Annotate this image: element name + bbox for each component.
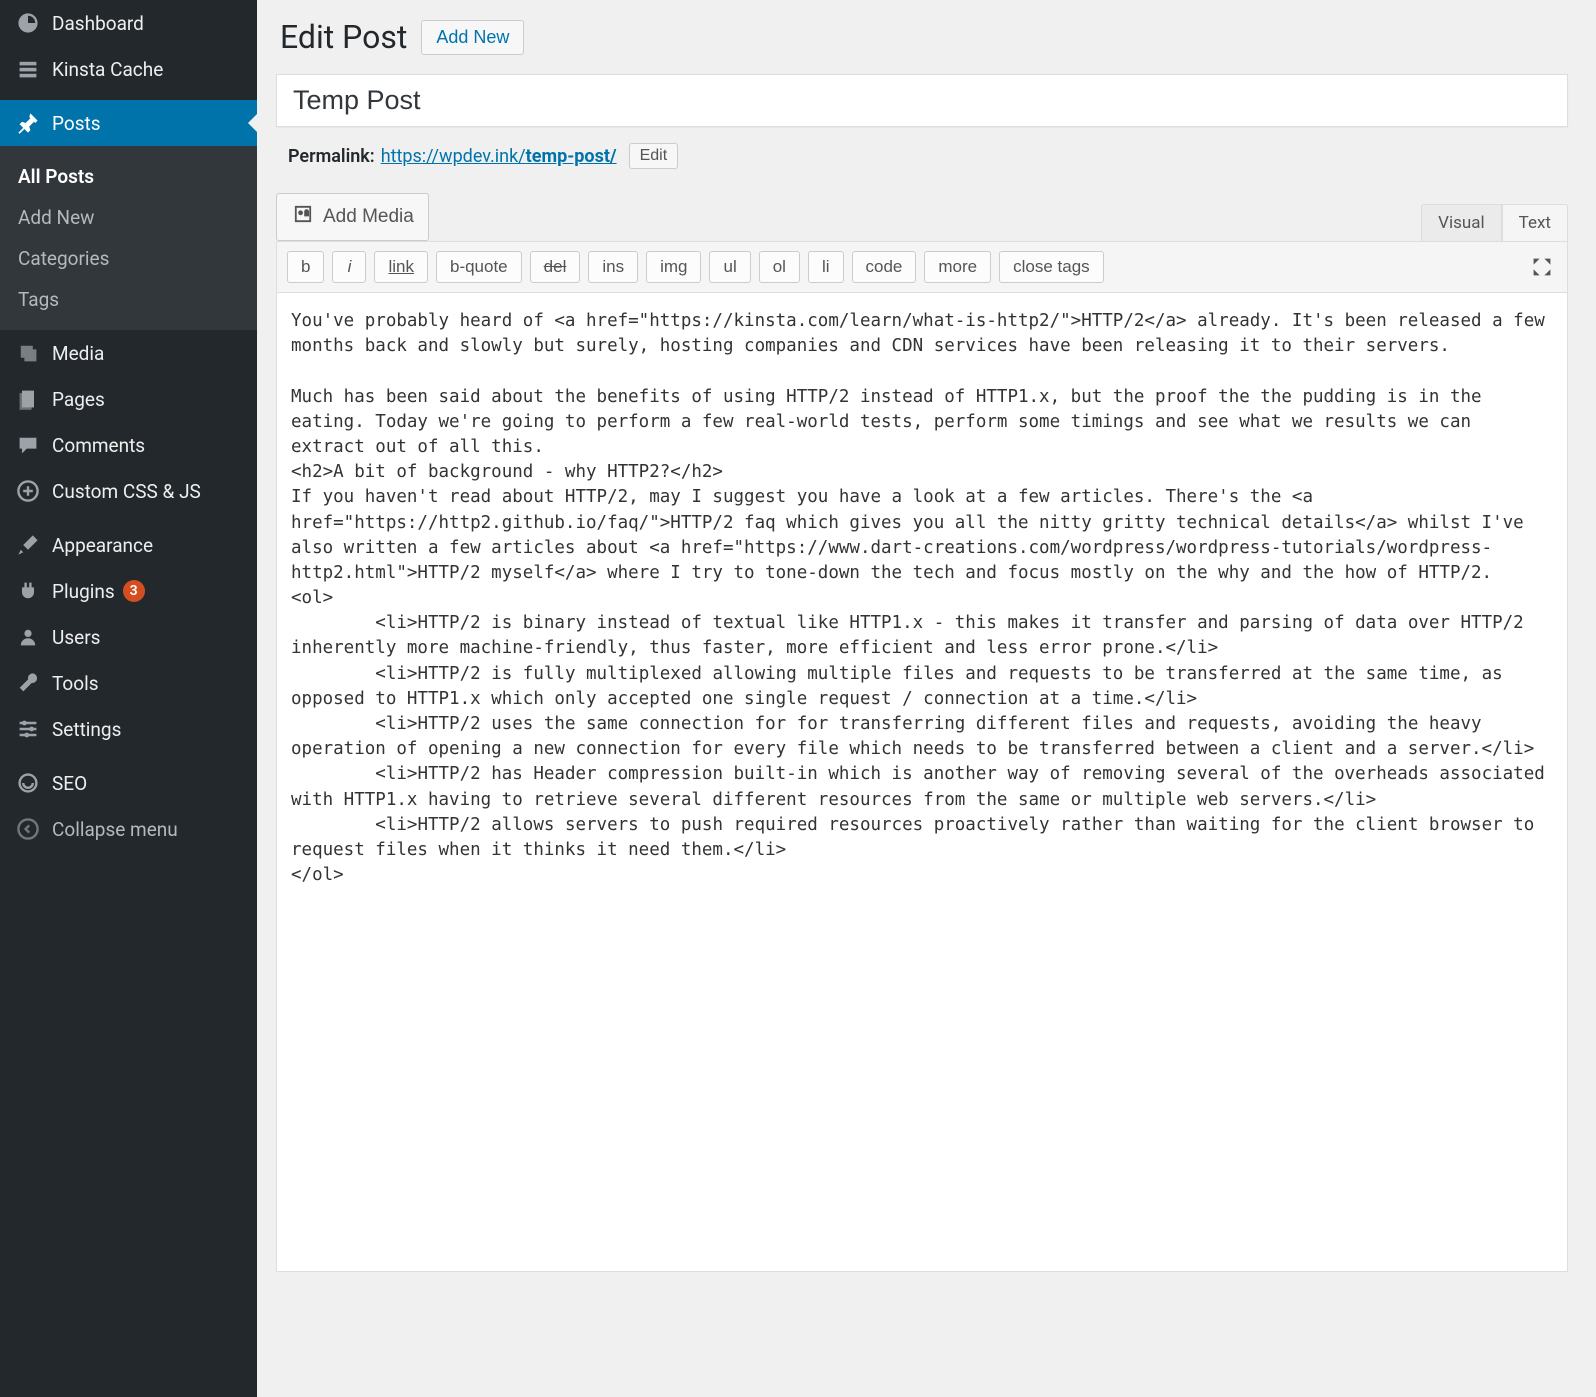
add-media-label: Add Media bbox=[323, 206, 414, 228]
qt-more[interactable]: more bbox=[924, 251, 991, 283]
submenu-categories[interactable]: Categories bbox=[0, 238, 257, 279]
dashboard-icon bbox=[14, 11, 42, 35]
wrench-icon bbox=[14, 671, 42, 695]
sidebar-collapse[interactable]: Collapse menu bbox=[0, 806, 257, 852]
submenu-all-posts[interactable]: All Posts bbox=[0, 156, 257, 197]
qt-del[interactable]: del bbox=[530, 251, 581, 283]
editor-tabs: Visual Text bbox=[1421, 204, 1568, 241]
sidebar-item-label: Posts bbox=[52, 112, 101, 135]
sidebar-item-label: Appearance bbox=[52, 534, 153, 557]
qt-blockquote[interactable]: b-quote bbox=[436, 251, 522, 283]
tab-visual[interactable]: Visual bbox=[1421, 204, 1501, 241]
sidebar-item-posts[interactable]: Posts bbox=[0, 100, 257, 146]
admin-sidebar: Dashboard Kinsta Cache Posts All Posts A… bbox=[0, 0, 257, 1397]
qt-bold[interactable]: b bbox=[287, 251, 324, 283]
page-heading: Edit Post Add New bbox=[276, 0, 1568, 74]
sidebar-item-plugins[interactable]: Plugins 3 bbox=[0, 568, 257, 614]
sidebar-item-kinsta-cache[interactable]: Kinsta Cache bbox=[0, 46, 257, 92]
media-icon bbox=[14, 341, 42, 365]
sidebar-submenu-posts: All Posts Add New Categories Tags bbox=[0, 146, 257, 330]
post-content-textarea[interactable]: You've probably heard of <a href="https:… bbox=[276, 292, 1568, 1272]
cache-icon bbox=[14, 57, 42, 81]
seo-icon bbox=[14, 771, 42, 795]
sidebar-item-settings[interactable]: Settings bbox=[0, 706, 257, 752]
sidebar-item-label: SEO bbox=[52, 772, 87, 795]
qt-img[interactable]: img bbox=[646, 251, 701, 283]
sidebar-item-appearance[interactable]: Appearance bbox=[0, 522, 257, 568]
comment-icon bbox=[14, 433, 42, 457]
sidebar-item-label: Tools bbox=[52, 672, 99, 695]
post-title-input[interactable] bbox=[293, 85, 1551, 116]
plug-icon bbox=[14, 579, 42, 603]
quicktags-toolbar: b i link b-quote del ins img ul ol li co… bbox=[276, 241, 1568, 292]
qt-li[interactable]: li bbox=[808, 251, 844, 283]
permalink-link[interactable]: https://wpdev.ink/temp-post/ bbox=[381, 146, 617, 167]
main-content: Edit Post Add New Permalink: https://wpd… bbox=[257, 0, 1596, 1397]
plugins-update-badge: 3 bbox=[123, 580, 145, 602]
qt-ul[interactable]: ul bbox=[709, 251, 750, 283]
edit-slug-button[interactable]: Edit bbox=[629, 143, 679, 169]
tab-text[interactable]: Text bbox=[1502, 204, 1568, 241]
permalink-row: Permalink: https://wpdev.ink/temp-post/ … bbox=[276, 139, 1568, 189]
media-icon bbox=[291, 202, 315, 232]
permalink-label: Permalink: bbox=[288, 146, 375, 167]
sidebar-item-users[interactable]: Users bbox=[0, 614, 257, 660]
pin-icon bbox=[14, 111, 42, 135]
add-new-button[interactable]: Add New bbox=[421, 20, 524, 55]
post-title-box bbox=[276, 74, 1568, 127]
sidebar-item-dashboard[interactable]: Dashboard bbox=[0, 0, 257, 46]
add-media-button[interactable]: Add Media bbox=[276, 193, 429, 241]
qt-ins[interactable]: ins bbox=[588, 251, 638, 283]
brush-icon bbox=[14, 533, 42, 557]
sidebar-item-label: Collapse menu bbox=[52, 818, 178, 841]
fullscreen-icon[interactable] bbox=[1527, 252, 1557, 282]
sidebar-item-label: Settings bbox=[52, 718, 121, 741]
qt-close-tags[interactable]: close tags bbox=[999, 251, 1104, 283]
sidebar-item-label: Kinsta Cache bbox=[52, 58, 163, 81]
sidebar-item-label: Users bbox=[52, 626, 100, 649]
sidebar-item-label: Plugins bbox=[52, 580, 115, 603]
sidebar-item-seo[interactable]: SEO bbox=[0, 760, 257, 806]
sidebar-item-label: Comments bbox=[52, 434, 145, 457]
submenu-add-new[interactable]: Add New bbox=[0, 197, 257, 238]
qt-link[interactable]: link bbox=[374, 251, 428, 283]
sliders-icon bbox=[14, 717, 42, 741]
qt-code[interactable]: code bbox=[852, 251, 917, 283]
sidebar-item-label: Pages bbox=[52, 388, 105, 411]
page-title: Edit Post bbox=[276, 18, 407, 56]
sidebar-item-label: Dashboard bbox=[52, 12, 144, 35]
sidebar-item-tools[interactable]: Tools bbox=[0, 660, 257, 706]
collapse-icon bbox=[14, 817, 42, 841]
sidebar-item-comments[interactable]: Comments bbox=[0, 422, 257, 468]
pages-icon bbox=[14, 387, 42, 411]
qt-italic[interactable]: i bbox=[332, 251, 366, 283]
submenu-tags[interactable]: Tags bbox=[0, 279, 257, 320]
sidebar-item-label: Media bbox=[52, 342, 104, 365]
sidebar-item-pages[interactable]: Pages bbox=[0, 376, 257, 422]
sidebar-item-label: Custom CSS & JS bbox=[52, 480, 201, 503]
qt-ol[interactable]: ol bbox=[759, 251, 800, 283]
sidebar-item-media[interactable]: Media bbox=[0, 330, 257, 376]
sidebar-item-custom-css-js[interactable]: Custom CSS & JS bbox=[0, 468, 257, 514]
user-icon bbox=[14, 625, 42, 649]
plus-icon bbox=[14, 479, 42, 503]
